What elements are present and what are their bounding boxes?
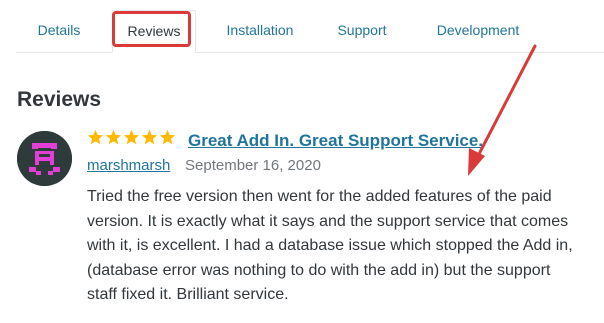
star-icon bbox=[141, 129, 158, 145]
plugin-page: Details Reviews Installation Support Dev… bbox=[0, 0, 604, 323]
rating-stars bbox=[87, 129, 176, 146]
avatar bbox=[17, 131, 72, 186]
review-date: September 16, 2020 bbox=[185, 157, 321, 174]
tab-development[interactable]: Development bbox=[424, 10, 532, 52]
tab-installation[interactable]: Installation bbox=[212, 10, 308, 52]
star-icon bbox=[105, 129, 122, 145]
review-body: Tried the free version then went for the… bbox=[87, 188, 573, 303]
section-heading: Reviews bbox=[17, 88, 102, 111]
plugin-tabs: Details Reviews Installation Support Dev… bbox=[16, 10, 604, 53]
star-icon bbox=[159, 129, 176, 145]
review-title-link[interactable]: Great Add In. Great Support Service. bbox=[188, 131, 483, 151]
tab-support[interactable]: Support bbox=[328, 10, 396, 52]
star-icon bbox=[123, 129, 140, 145]
identicon-avatar-icon bbox=[17, 131, 72, 186]
star-icon bbox=[87, 129, 104, 145]
review-author-link[interactable]: marshmarsh bbox=[87, 157, 170, 174]
tab-details[interactable]: Details bbox=[24, 10, 94, 52]
tab-reviews[interactable]: Reviews bbox=[112, 10, 196, 53]
